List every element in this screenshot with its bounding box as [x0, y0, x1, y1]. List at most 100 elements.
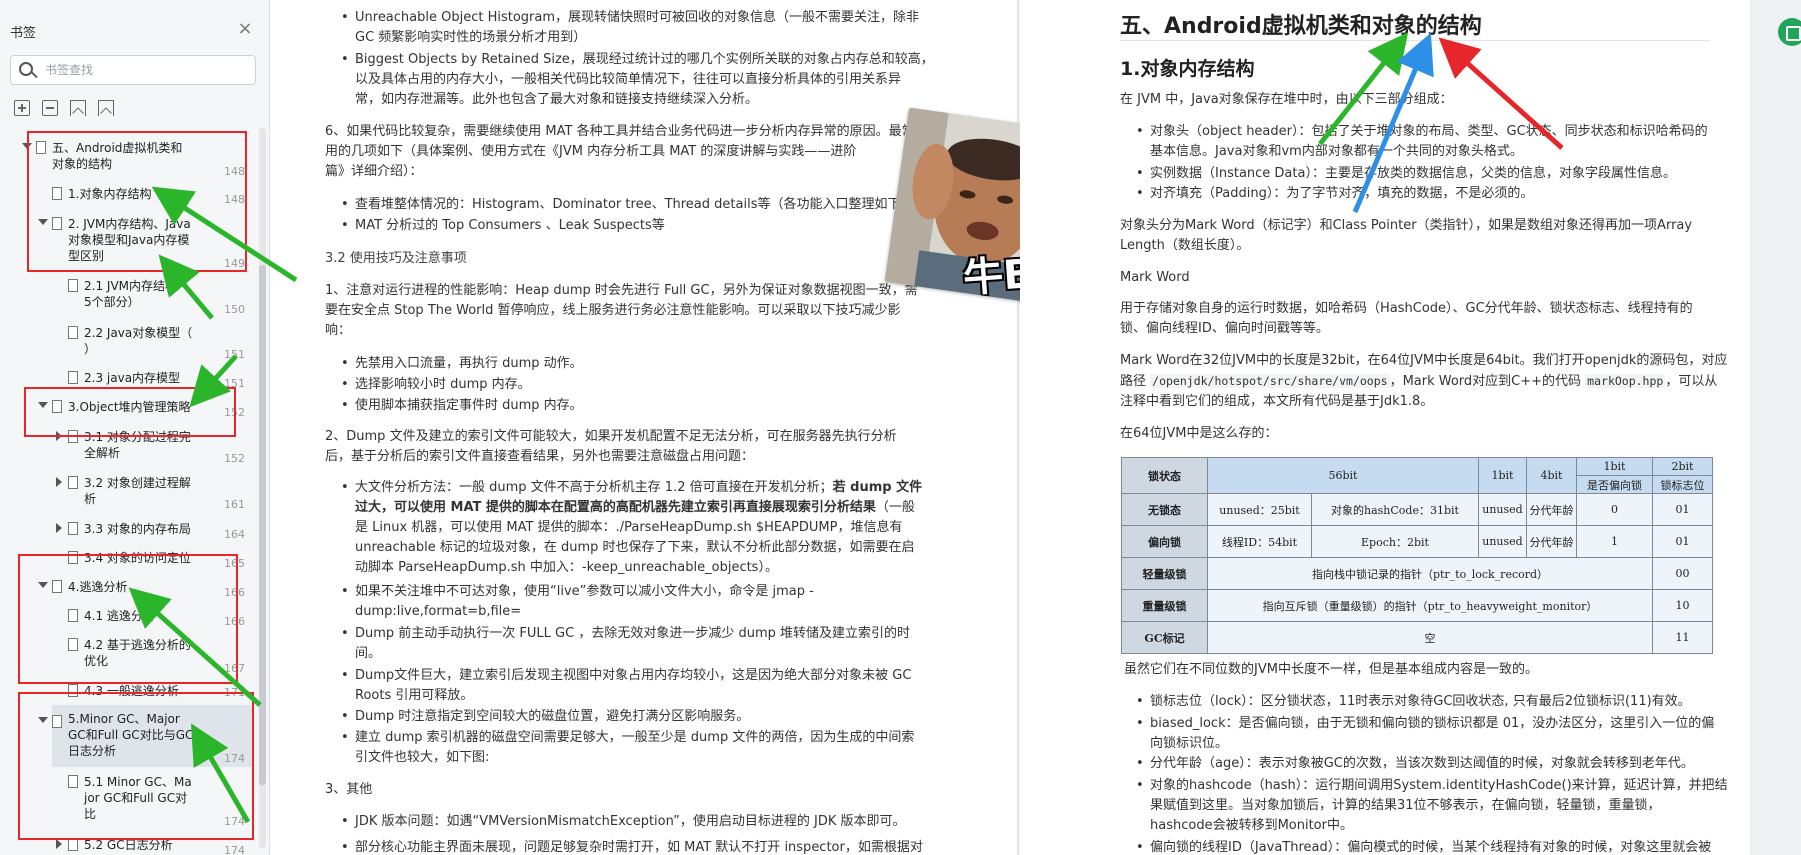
table-cell: 无锁态 [1121, 493, 1208, 526]
sidebar-scrollbar-thumb[interactable] [259, 265, 266, 785]
chevron-right-icon[interactable] [56, 839, 62, 849]
table-cell: GC标记 [1121, 621, 1208, 654]
bookmark-search-box[interactable] [10, 55, 256, 85]
bookmark-icon[interactable] [98, 100, 114, 116]
table-row: GC标记 空 11 [1121, 621, 1713, 654]
toc-label: 2. JVM内存结构、Java [68, 217, 191, 231]
bookmark-sidebar: 书签 × 五、Android虚拟机类和对象的结构 148 1.对象内存结构 [0, 0, 270, 855]
toc-label: ） [84, 342, 97, 356]
chevron-down-icon[interactable] [38, 219, 48, 225]
chevron-down-icon[interactable] [38, 582, 48, 588]
toc-page-number: 152 [224, 406, 245, 419]
toc-item[interactable]: 4.3 一般逃逸分析 171 [68, 683, 244, 697]
paragraph: 对齐填充（Padding）：为了字节对齐，填充的数据，不是必须的。 [1136, 184, 1750, 204]
table-row: 锁状态 56bit 1bit 4bit 1bit 2bit [1121, 457, 1713, 494]
paragraph: JDK 版本问题：如遇“VMVersionMismatchException”，… [341, 812, 1015, 832]
paragraph: 使用脚本捕获指定事件时 dump 内存。 [341, 396, 583, 416]
toc-label: 比 [84, 807, 97, 821]
paragraph: 3、其他 [325, 782, 373, 797]
table-row: 重量级锁 指向互斥锁（重量级锁）的指针（ptr_to_heavyweight_m… [1121, 589, 1713, 622]
toc-item[interactable]: 3.4 对象的访问定位 165 [68, 550, 245, 570]
table-cell: 分代年龄 [1526, 493, 1577, 526]
table-cell: 01 [1652, 493, 1713, 526]
toc-label: 3.4 对象的访问定位 [84, 551, 191, 565]
bookmark-page-icon [52, 580, 62, 593]
chevron-down-icon[interactable] [38, 717, 48, 723]
add-bookmark-icon[interactable] [70, 100, 86, 116]
toc-item-selected[interactable]: 5.Minor GC、Major GC和Full GC对比与GC 日志分析 174 [38, 705, 252, 767]
toc-label: 4.2 基于逃逸分析的 [84, 638, 191, 652]
toc-page-number: 161 [224, 498, 245, 511]
toc-item[interactable]: 2.1 JVM内存结构（ 5个部分） 150 [68, 278, 245, 316]
sidebar-title: 书签 [10, 26, 37, 41]
chevron-right-icon[interactable] [56, 523, 62, 533]
table-cell: 线程ID：54bit [1207, 525, 1312, 558]
toc-page-number: 171 [224, 686, 244, 697]
paragraph: 偏向锁的线程ID（JavaThread）：偏向模式的时候，当某个线程持有对象的时… [1136, 838, 1750, 855]
toc-label: 2.1 JVM内存结构（ [84, 279, 190, 293]
table-cell: 1bit [1478, 457, 1527, 494]
toc-label: 五、Android虚拟机类和 [52, 141, 183, 155]
chevron-down-icon[interactable] [38, 402, 48, 408]
table-cell: 空 [1207, 621, 1653, 654]
bookmark-page-icon [68, 522, 78, 535]
toc-item[interactable]: 1.对象内存结构 148 [52, 186, 245, 206]
paragraph: Dump文件巨大，建立索引后发现主视图中对象占用内存均较小，这是因为绝大部分对象… [341, 666, 1015, 706]
paragraph: Dump 时注意指定到空间较大的磁盘位置，避免打满分区影响服务。 [341, 707, 1015, 727]
toc-item[interactable]: 3.3 对象的内存布局 164 [56, 521, 245, 541]
toc-item[interactable]: 4.逃逸分析 166 [38, 579, 245, 599]
toc-item[interactable]: 3.1 对象分配过程完 全解析 152 [56, 429, 245, 465]
bookmark-page-icon [52, 187, 62, 200]
paragraph: biased_lock：是否偏向锁，由于无锁和偏向锁的锁标识都是 01，没办法区… [1136, 714, 1750, 754]
app-grid-icon[interactable] [1778, 18, 1801, 46]
paragraph: Mark Word在32位JVM中的长度是32bit，在64位JVM中长度是64… [1120, 353, 1728, 409]
bookmark-page-icon [68, 279, 78, 292]
paragraph: 对象的hashcode（hash）：运行期间调用System.identityH… [1136, 776, 1750, 836]
toc-page-number: 150 [224, 303, 245, 316]
table-cell: unused [1478, 493, 1527, 526]
toc-item[interactable]: 2.2 Java对象模型（ ） 151 [68, 325, 245, 361]
chevron-right-icon[interactable] [56, 477, 62, 487]
toc-item[interactable]: 5.1 Minor GC、Ma jor GC和Full GC对比 174 [68, 774, 245, 828]
chapter-title: 五、Android虚拟机类和对象的结构 [1120, 14, 1482, 39]
chevron-right-icon[interactable] [56, 431, 62, 441]
paragraph: Unreachable Object Histogram，展现转储快照时可被回收… [341, 8, 995, 48]
paragraph: 锁标志位（lock）：区分锁状态，11时表示对象待GC回收状态, 只有最后2位锁… [1136, 692, 1750, 712]
toc-label: 型区别 [68, 249, 105, 263]
toc-item[interactable]: 五、Android虚拟机类和 对象的结构 148 [22, 140, 245, 178]
table-cell: 01 [1652, 525, 1713, 558]
toc-item[interactable]: 5.2 GC日志分析 174 [56, 837, 245, 855]
table-cell: 重量级锁 [1121, 589, 1208, 622]
toc-page-number: 174 [224, 815, 245, 828]
toc-item[interactable]: 2.3 java内存模型 151 [68, 370, 245, 390]
table-cell: 10 [1652, 589, 1713, 622]
toc-label: 析 [84, 492, 97, 506]
table-cell: 1 [1576, 525, 1653, 558]
toc-label: 全解析 [84, 446, 121, 460]
table-cell: 锁标志位 [1652, 475, 1713, 494]
chevron-down-icon[interactable] [22, 143, 32, 149]
toc-label: GC和Full GC对比与GC [68, 728, 194, 742]
document-page-right: 五、Android虚拟机类和对象的结构 1.对象内存结构 在 JVM 中，Jav… [1020, 0, 1750, 855]
table-cell: 11 [1652, 621, 1713, 654]
table-cell: 4bit [1526, 457, 1577, 494]
toc-item[interactable]: 3.2 对象创建过程解析 161 [56, 475, 245, 511]
toc-label: 2.3 java内存模型 [84, 371, 181, 385]
paragraph: Mark Word [1120, 270, 1190, 285]
bookmark-search-input[interactable] [45, 60, 245, 80]
toc-item[interactable]: 4.1 逃逸分析 166 [68, 608, 245, 628]
toc-label: 4.3 一般逃逸分析 [84, 684, 179, 697]
bookmark-page-icon [52, 217, 62, 230]
toc-item[interactable]: 2. JVM内存结构、Java 对象模型和Java内存模 型区别 149 [38, 216, 245, 270]
pdf-reader-window: 书签 × 五、Android虚拟机类和对象的结构 148 1.对象内存结构 [0, 0, 1801, 855]
table-cell: 指向栈中锁记录的指针（ptr_to_lock_record） [1207, 557, 1653, 590]
close-icon[interactable]: × [236, 20, 254, 38]
collapse-all-icon[interactable] [42, 100, 58, 116]
paragraph: 部分核心功能主界面未展现，问题足够复杂时需打开，如 MAT 默认不打开 insp… [341, 838, 1015, 855]
table-cell: 对象的hashCode：31bit [1311, 493, 1479, 526]
toc-label: 对象的结构 [52, 157, 113, 171]
toc-item[interactable]: 3.Object堆内管理策略 152 [38, 399, 245, 419]
expand-all-icon[interactable] [14, 100, 30, 116]
paragraph: 对象头（object header）：包括了关于堆对象的布局、类型、GC状态、同… [1136, 122, 1750, 162]
toc-item[interactable]: 4.2 基于逃逸分析的 优化 167 [68, 637, 245, 675]
